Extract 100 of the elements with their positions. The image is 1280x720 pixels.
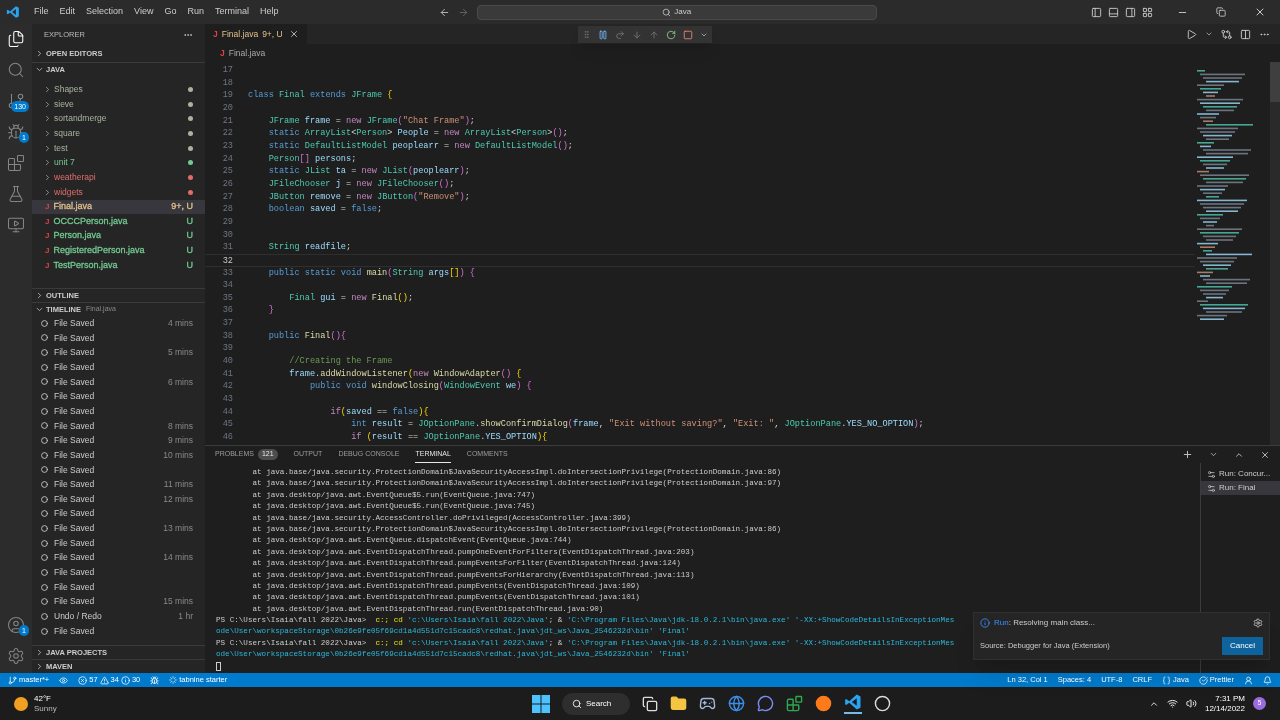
menu-item[interactable]: Terminal bbox=[210, 5, 253, 19]
line-number: 29 bbox=[221, 215, 233, 229]
code-line: static DefaultListModel peoplearr = new DefaultListModel(); bbox=[267, 139, 573, 153]
git-decoration: U bbox=[186, 229, 193, 243]
timeline-item[interactable]: File Saved 4 mins bbox=[32, 316, 205, 331]
menu-item[interactable]: Edit bbox=[55, 5, 80, 19]
taskbar-search[interactable]: Search bbox=[561, 692, 630, 715]
java-file-icon: J bbox=[45, 259, 50, 272]
line-number: 38 bbox=[221, 329, 233, 343]
editor-tab[interactable]: J Final.java 9+, U bbox=[205, 24, 307, 44]
file-name: RegisteredPerson.java bbox=[53, 244, 146, 258]
tree-item[interactable]: unit 7 bbox=[32, 155, 205, 171]
line-number: 44 bbox=[221, 405, 233, 419]
tree-item[interactable]: J TestPerson.java U bbox=[32, 258, 205, 273]
timeline-item[interactable]: File Saved 11 mins bbox=[32, 477, 205, 492]
tree-item[interactable]: square bbox=[32, 126, 205, 141]
line-number: 43 bbox=[221, 393, 233, 406]
code-line: public void windowClosing(WindowEvent we) { bbox=[308, 380, 532, 394]
timeline-item[interactable]: File Saved 10 mins bbox=[32, 447, 205, 463]
terminal-list-item[interactable]: Run: Final bbox=[1201, 481, 1280, 495]
line-number: 36 bbox=[221, 304, 233, 318]
timeline-item[interactable]: File Saved bbox=[32, 623, 205, 639]
weather-temperature: 42°F bbox=[34, 693, 52, 704]
timeline-item[interactable]: File Saved 9 mins bbox=[32, 433, 205, 448]
menu-item[interactable]: File bbox=[30, 5, 53, 19]
git-decoration: 9+, U bbox=[171, 200, 193, 214]
timeline-item[interactable]: File Saved 12 mins bbox=[32, 491, 205, 507]
file-name: Final.java bbox=[53, 200, 93, 214]
timeline-item[interactable]: File Saved bbox=[32, 359, 205, 375]
tree-item[interactable]: J OCCCPerson.java U bbox=[32, 214, 205, 229]
timeline-item[interactable]: File Saved bbox=[32, 330, 205, 346]
tree-item[interactable]: J RegisteredPerson.java U bbox=[32, 243, 205, 259]
terminal-list-item[interactable]: Run: Concur... bbox=[1201, 467, 1280, 481]
tree-item[interactable]: widgets bbox=[32, 184, 205, 200]
java-file-icon: J bbox=[220, 46, 225, 60]
line-number: 45 bbox=[221, 418, 233, 432]
tree-item[interactable]: J Person.java U bbox=[32, 228, 205, 244]
line-number: 26 bbox=[221, 177, 233, 191]
timeline-item[interactable]: File Saved bbox=[32, 389, 205, 404]
code-line: JButton remove = new JButton("Remove"); bbox=[267, 190, 470, 204]
java-file-icon: J bbox=[213, 27, 218, 41]
notification-message: Run: Resolving main class... bbox=[994, 617, 1096, 629]
git-decoration: U bbox=[186, 244, 193, 258]
tree-item[interactable]: weatherapi bbox=[32, 170, 205, 185]
git-decoration: U bbox=[186, 214, 193, 228]
timeline-item[interactable]: Undo / Redo 1 hr bbox=[32, 609, 205, 624]
code-line: boolean saved = false; bbox=[267, 203, 383, 216]
timeline-item[interactable]: File Saved 6 mins bbox=[32, 374, 205, 390]
java-file-icon: J bbox=[45, 215, 50, 228]
timeline-item[interactable]: File Saved 15 mins bbox=[32, 594, 205, 610]
code-line: } bbox=[267, 304, 274, 318]
menu-item[interactable]: Go bbox=[160, 5, 181, 19]
code-line: frame.addWindowListener(new WindowAdapter() { bbox=[288, 367, 522, 381]
code-line: public Final(){ bbox=[267, 329, 346, 343]
file-name: Person.java bbox=[53, 229, 102, 243]
code-line: Person[] persons; bbox=[267, 152, 357, 166]
timeline-item[interactable]: File Saved 5 mins bbox=[32, 345, 205, 360]
menu-item[interactable]: Run bbox=[183, 5, 208, 19]
line-number: 46 bbox=[221, 431, 233, 444]
java-file-icon: J bbox=[45, 230, 50, 243]
line-number: 20 bbox=[221, 101, 233, 115]
tree-item[interactable]: Shapes bbox=[32, 82, 205, 97]
code-line: if(saved == false){ bbox=[329, 405, 429, 419]
command-search-field[interactable]: Java bbox=[476, 4, 877, 20]
notification-link[interactable]: Run bbox=[994, 618, 1009, 627]
cancel-button[interactable]: Cancel bbox=[1222, 637, 1263, 655]
line-number: 39 bbox=[221, 342, 233, 356]
line-number: 24 bbox=[221, 152, 233, 166]
line-number: 33 bbox=[221, 266, 233, 280]
tree-item[interactable]: J Final.java 9+, U bbox=[32, 199, 205, 215]
timeline-item[interactable]: File Saved 8 mins bbox=[32, 418, 205, 434]
menu-item[interactable]: View bbox=[130, 5, 158, 19]
line-number: 40 bbox=[221, 355, 233, 368]
timeline-item[interactable]: File Saved 13 mins bbox=[32, 521, 205, 536]
timeline-item[interactable]: File Saved 14 mins bbox=[32, 550, 205, 566]
line-number: 25 bbox=[221, 165, 233, 178]
menu-item[interactable]: Help bbox=[255, 5, 283, 19]
breadcrumb-item[interactable]: Final.java bbox=[228, 46, 266, 60]
line-number: 23 bbox=[221, 139, 233, 153]
clock-date: 12/14/2022 bbox=[1204, 703, 1245, 714]
tree-item[interactable]: test bbox=[32, 140, 205, 156]
timeline-item[interactable]: File Saved bbox=[32, 506, 205, 522]
line-number: 30 bbox=[221, 228, 233, 242]
menu-item[interactable]: Selection bbox=[82, 5, 128, 19]
line-number: 42 bbox=[221, 380, 233, 394]
timeline-item[interactable]: File Saved bbox=[32, 535, 205, 551]
file-name: TestPerson.java bbox=[53, 258, 119, 272]
timeline-item[interactable]: File Saved bbox=[32, 462, 205, 478]
line-number: 32 bbox=[221, 254, 233, 266]
timeline-item[interactable]: File Saved bbox=[32, 403, 205, 419]
line-number: 22 bbox=[221, 127, 233, 140]
line-number: 21 bbox=[221, 114, 233, 128]
tree-item[interactable]: sieve bbox=[32, 96, 205, 112]
timeline-item[interactable]: File Saved bbox=[32, 579, 205, 595]
code-line: class Final extends JFrame { bbox=[248, 89, 393, 102]
tree-item[interactable]: sortandmerge bbox=[32, 111, 205, 127]
code-line: if (result == JOptionPane.YES_OPTION){ bbox=[350, 431, 548, 444]
timeline-item[interactable]: File Saved bbox=[32, 565, 205, 580]
code-line: Final gui = new Final(); bbox=[288, 291, 414, 305]
code-line: JFileChooser j = new JFileChooser(); bbox=[267, 177, 455, 191]
